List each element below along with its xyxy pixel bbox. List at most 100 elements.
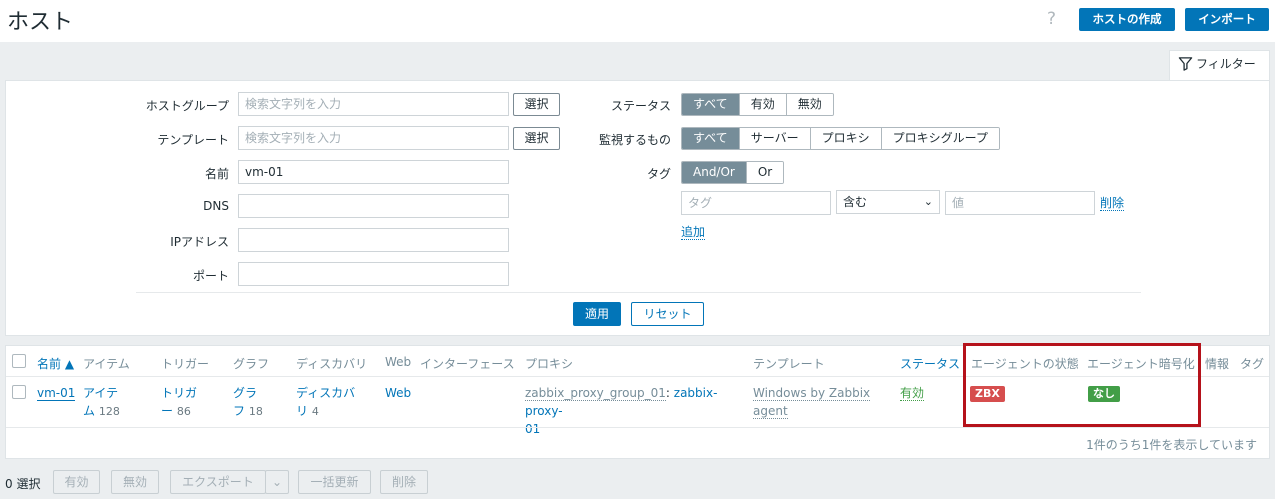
column-header-web: Web: [385, 355, 412, 369]
monitored-option-proxy[interactable]: プロキシ: [809, 128, 881, 149]
monitored-option-all[interactable]: すべて: [682, 128, 739, 149]
mass-action-bar: 0 選択 有効 無効 エクスポート ⌄ 一括更新 削除: [0, 468, 1275, 496]
status-option-all[interactable]: すべて: [682, 94, 739, 115]
graphs-cell[interactable]: グラ フ 18: [233, 384, 263, 421]
row-checkbox[interactable]: [12, 385, 26, 399]
graphs-link[interactable]: グラ: [233, 386, 257, 400]
create-host-button[interactable]: ホストの作成: [1079, 8, 1175, 31]
tags-label: タグ: [646, 167, 671, 181]
selected-count: 0 選択: [5, 477, 41, 491]
tag-remove-link[interactable]: 削除: [1100, 196, 1125, 211]
monitored-option-proxy-group[interactable]: プロキシグループ: [880, 128, 999, 149]
status-link[interactable]: 有効: [900, 386, 925, 401]
page-title: ホスト: [7, 10, 74, 35]
triggers-link-wrap[interactable]: ー: [161, 404, 173, 418]
host-name-cell: vm-01: [37, 384, 76, 402]
tag-operator-value: 含む: [843, 195, 868, 209]
dns-label: DNS: [203, 199, 229, 213]
ip-label: IPアドレス: [170, 235, 229, 249]
reset-button[interactable]: リセット: [631, 302, 704, 326]
discovery-cell[interactable]: ディスカバ リ 4: [296, 384, 355, 421]
web-cell: Web: [385, 384, 411, 402]
host-group-label: ホストグループ: [145, 99, 229, 113]
monitored-by-label: 監視するもの: [598, 133, 671, 147]
mass-update-button[interactable]: 一括更新: [298, 470, 371, 494]
help-icon[interactable]: ?: [1047, 9, 1056, 29]
column-header-template: テンプレート: [753, 357, 825, 371]
tag-operator-select[interactable]: 含む ⌄: [836, 190, 940, 214]
port-input[interactable]: [238, 262, 509, 286]
status-cell: 有効: [900, 384, 925, 402]
host-name-link[interactable]: vm-01: [37, 386, 76, 401]
tag-value-input[interactable]: 値: [945, 191, 1095, 215]
items-cell[interactable]: アイテ ム 128: [83, 384, 120, 421]
apply-button[interactable]: 適用: [573, 302, 621, 326]
proxy-link-wrap[interactable]: 01: [525, 422, 540, 436]
template-cell: Windows by Zabbix agent: [753, 384, 871, 420]
monitored-by-segmented: すべて サーバー プロキシ プロキシグループ: [681, 127, 1000, 150]
triggers-link[interactable]: トリガ: [161, 386, 197, 400]
select-all-checkbox[interactable]: [12, 354, 26, 368]
tag-name-input[interactable]: タグ: [681, 191, 831, 215]
triggers-cell[interactable]: トリガ ー 86: [161, 384, 197, 421]
name-input[interactable]: vm-01: [238, 160, 509, 184]
status-label: ステータス: [610, 99, 671, 113]
column-header-items: アイテム: [83, 357, 130, 371]
mass-delete-button[interactable]: 削除: [380, 470, 428, 494]
host-group-input[interactable]: 検索文字列を入力: [238, 92, 509, 116]
import-button[interactable]: インポート: [1185, 8, 1269, 31]
template-link[interactable]: Windows by Zabbix: [753, 386, 871, 401]
column-header-info: 情報: [1205, 357, 1230, 371]
proxy-group-link[interactable]: zabbix_proxy_group_01: [525, 386, 666, 401]
ip-input[interactable]: [238, 228, 509, 252]
filter-tab-label: フィルター: [1196, 57, 1256, 71]
template-link-wrap[interactable]: agent: [753, 404, 788, 419]
top-bar: ホスト ? ホストの作成 インポート: [0, 0, 1275, 42]
footer-divider: [6, 427, 1269, 428]
column-header-triggers: トリガー: [161, 357, 210, 371]
triggers-count: 86: [176, 405, 191, 418]
status-segmented: すべて 有効 無効: [681, 93, 834, 116]
chevron-down-icon: ⌄: [271, 475, 283, 489]
column-header-discovery: ディスカバリ: [296, 357, 368, 371]
tags-option-andor[interactable]: And/Or: [682, 162, 746, 183]
graphs-count: 18: [248, 405, 263, 418]
column-header-status[interactable]: ステータス: [900, 355, 960, 372]
dns-input[interactable]: [238, 194, 509, 218]
name-label: 名前: [204, 167, 229, 181]
graphs-link-wrap[interactable]: フ: [233, 404, 245, 418]
column-header-proxy: プロキシ: [525, 357, 574, 371]
column-header-graphs: グラフ: [233, 357, 270, 371]
mass-export-button[interactable]: エクスポート: [170, 470, 266, 494]
items-count: 128: [98, 405, 120, 418]
column-header-tags: タグ: [1240, 357, 1265, 371]
export-dropdown-button[interactable]: ⌄: [265, 470, 289, 494]
template-label: テンプレート: [157, 133, 229, 147]
tag-add-link[interactable]: 追加: [681, 225, 706, 240]
items-link[interactable]: アイテ: [83, 386, 118, 400]
status-option-enabled[interactable]: 有効: [738, 94, 786, 115]
chevron-down-icon: ⌄: [923, 195, 933, 208]
tags-option-or[interactable]: Or: [745, 162, 784, 183]
mass-enable-button[interactable]: 有効: [53, 470, 100, 494]
proxy-separator: :: [665, 386, 670, 400]
highlight-box: [963, 343, 1201, 427]
discovery-link-wrap[interactable]: リ: [296, 404, 308, 418]
filter-icon: [1178, 57, 1193, 71]
column-header-interface: インターフェース: [420, 357, 515, 371]
status-option-disabled[interactable]: 無効: [785, 94, 833, 115]
discovery-link[interactable]: ディスカバ: [296, 386, 355, 400]
paging-summary: 1件のうち1件を表示しています: [1086, 438, 1257, 452]
port-label: ポート: [192, 269, 229, 283]
mass-disable-button[interactable]: 無効: [111, 470, 159, 494]
filter-tab[interactable]: フィルター: [1169, 50, 1270, 81]
template-input[interactable]: 検索文字列を入力: [238, 126, 509, 150]
tags-segmented: And/Or Or: [681, 161, 785, 184]
monitored-option-server[interactable]: サーバー: [738, 128, 810, 149]
filter-divider: [136, 292, 1141, 293]
items-link-wrap[interactable]: ム: [83, 404, 95, 418]
web-link[interactable]: Web: [385, 386, 411, 400]
proxy-cell: zabbix_proxy_group_01: zabbix-proxy- 01: [525, 384, 740, 438]
column-header-name[interactable]: 名前 ▲: [37, 355, 74, 372]
discovery-count: 4: [311, 405, 319, 418]
